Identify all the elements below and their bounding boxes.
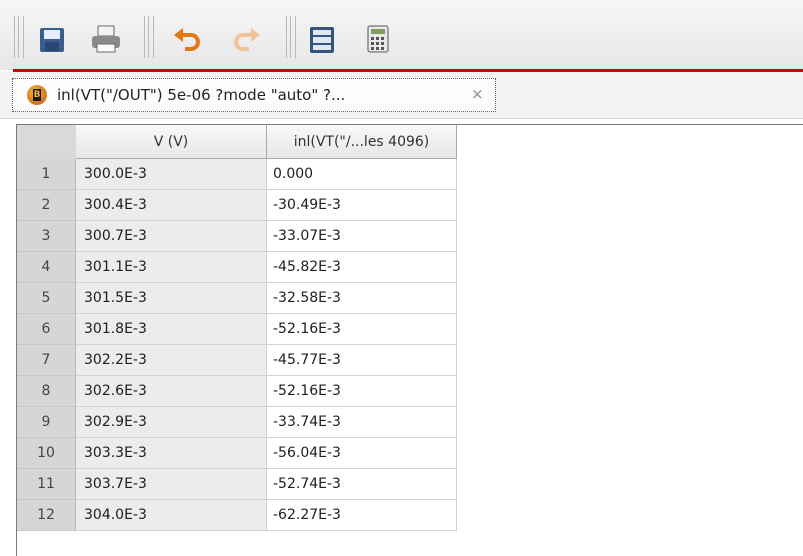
column-header-v[interactable]: V (V) [76,125,267,159]
print-icon [92,25,120,53]
cell-inl[interactable]: -52.16E-3 [267,376,457,407]
table-row[interactable]: 8 302.6E-3 -52.16E-3 [17,376,457,407]
app-badge-letter: B [33,89,41,101]
row-number[interactable]: 12 [17,500,76,531]
row-number[interactable]: 10 [17,438,76,469]
table-corner[interactable] [17,125,77,160]
cell-inl[interactable]: 0.000 [267,159,457,190]
cell-v[interactable]: 300.4E-3 [76,190,267,221]
cell-v[interactable]: 301.8E-3 [76,314,267,345]
toolbar [0,0,803,70]
cell-inl[interactable]: -62.27E-3 [267,500,457,531]
table-layout-button[interactable] [304,22,340,58]
row-number[interactable]: 1 [17,159,76,190]
cell-inl[interactable]: -52.16E-3 [267,314,457,345]
app-badge-icon: B [27,85,47,105]
row-number[interactable]: 5 [17,283,76,314]
table-row[interactable]: 10 303.3E-3 -56.04E-3 [17,438,457,469]
table-row[interactable]: 1 300.0E-3 0.000 [17,159,457,190]
table-row[interactable]: 12 304.0E-3 -62.27E-3 [17,500,457,531]
cell-inl[interactable]: -33.07E-3 [267,221,457,252]
cell-inl[interactable]: -32.58E-3 [267,283,457,314]
tab-bar: B inl(VT("/OUT") 5e-06 ?mode "auto" ?...… [0,72,803,119]
table-row[interactable]: 11 303.7E-3 -52.74E-3 [17,469,457,500]
undo-icon [174,28,200,51]
cell-inl[interactable]: -56.04E-3 [267,438,457,469]
table-layout-icon [310,27,334,53]
cell-inl[interactable]: -52.74E-3 [267,469,457,500]
cell-v[interactable]: 301.1E-3 [76,252,267,283]
cell-v[interactable]: 300.7E-3 [76,221,267,252]
row-number[interactable]: 8 [17,376,76,407]
table-row[interactable]: 3 300.7E-3 -33.07E-3 [17,221,457,252]
cell-v[interactable]: 304.0E-3 [76,500,267,531]
cell-inl[interactable]: -33.74E-3 [267,407,457,438]
close-icon[interactable]: × [471,85,484,103]
row-number[interactable]: 2 [17,190,76,221]
table-row[interactable]: 9 302.9E-3 -33.74E-3 [17,407,457,438]
row-number[interactable]: 4 [17,252,76,283]
results-table: V (V) inl(VT("/...les 4096) 1 300.0E-3 0.0… [16,124,803,556]
save-button[interactable] [34,22,70,58]
undo-button[interactable] [170,22,206,58]
cell-v[interactable]: 303.3E-3 [76,438,267,469]
toolbar-grip-handle[interactable] [144,16,154,58]
cell-v[interactable]: 302.2E-3 [76,345,267,376]
calculator-icon [367,25,389,53]
toolbar-grip-handle[interactable] [14,16,24,58]
cell-v[interactable]: 302.6E-3 [76,376,267,407]
tab-label: inl(VT("/OUT") 5e-06 ?mode "auto" ?... [57,86,346,104]
tab-inl-result[interactable]: B inl(VT("/OUT") 5e-06 ?mode "auto" ?...… [12,78,496,112]
table-row[interactable]: 6 301.8E-3 -52.16E-3 [17,314,457,345]
column-header-inl[interactable]: inl(VT("/...les 4096) [267,125,457,159]
row-number[interactable]: 3 [17,221,76,252]
row-number[interactable]: 9 [17,407,76,438]
save-icon [40,28,64,52]
print-button[interactable] [88,22,124,58]
table-row[interactable]: 4 301.1E-3 -45.82E-3 [17,252,457,283]
cell-v[interactable]: 302.9E-3 [76,407,267,438]
redo-icon [234,28,260,51]
row-number[interactable]: 7 [17,345,76,376]
cell-inl[interactable]: -45.77E-3 [267,345,457,376]
calculator-button[interactable] [360,22,396,58]
redo-button[interactable] [228,22,264,58]
cell-v[interactable]: 301.5E-3 [76,283,267,314]
table-row[interactable]: 5 301.5E-3 -32.58E-3 [17,283,457,314]
cell-inl[interactable]: -30.49E-3 [267,190,457,221]
cell-v[interactable]: 300.0E-3 [76,159,267,190]
cell-inl[interactable]: -45.82E-3 [267,252,457,283]
cell-v[interactable]: 303.7E-3 [76,469,267,500]
row-number[interactable]: 11 [17,469,76,500]
table-row[interactable]: 2 300.4E-3 -30.49E-3 [17,190,457,221]
table-row[interactable]: 7 302.2E-3 -45.77E-3 [17,345,457,376]
toolbar-grip-handle[interactable] [286,16,296,58]
row-number[interactable]: 6 [17,314,76,345]
